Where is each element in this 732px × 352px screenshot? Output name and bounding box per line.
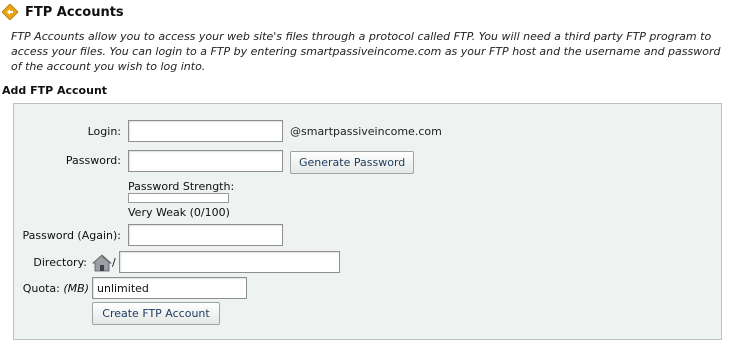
password-strength-meter [128, 193, 229, 203]
password-strength-label: Password Strength: [128, 180, 235, 193]
directory-root-slash: / [112, 256, 116, 269]
login-input[interactable] [128, 120, 283, 142]
directory-label: Directory: [33, 256, 87, 269]
quota-unit: (MB) [63, 282, 89, 295]
password-again-input[interactable] [128, 224, 283, 246]
quota-input[interactable] [92, 277, 247, 299]
create-ftp-account-button[interactable]: Create FTP Account [92, 302, 220, 325]
login-label: Login: [87, 125, 121, 138]
quota-label: Quota: (MB) [23, 282, 89, 295]
ftp-accounts-page: FTP Accounts FTP Accounts allow you to a… [0, 0, 732, 352]
ftp-accounts-icon [2, 4, 18, 20]
home-icon [92, 254, 112, 272]
password-input[interactable] [128, 150, 283, 172]
add-ftp-account-heading: Add FTP Account [2, 84, 108, 97]
password-again-label: Password (Again): [22, 229, 121, 242]
directory-input[interactable] [119, 251, 340, 273]
generate-password-button[interactable]: Generate Password [290, 151, 414, 174]
quota-label-text: Quota: [22, 282, 60, 295]
page-title: FTP Accounts [25, 4, 124, 20]
password-strength-value: Very Weak (0/100) [128, 206, 230, 219]
page-header: FTP Accounts [2, 2, 124, 22]
intro-text: FTP Accounts allow you to access your we… [11, 30, 721, 73]
password-label: Password: [65, 154, 121, 167]
domain-suffix: @smartpassiveincome.com [290, 125, 442, 138]
